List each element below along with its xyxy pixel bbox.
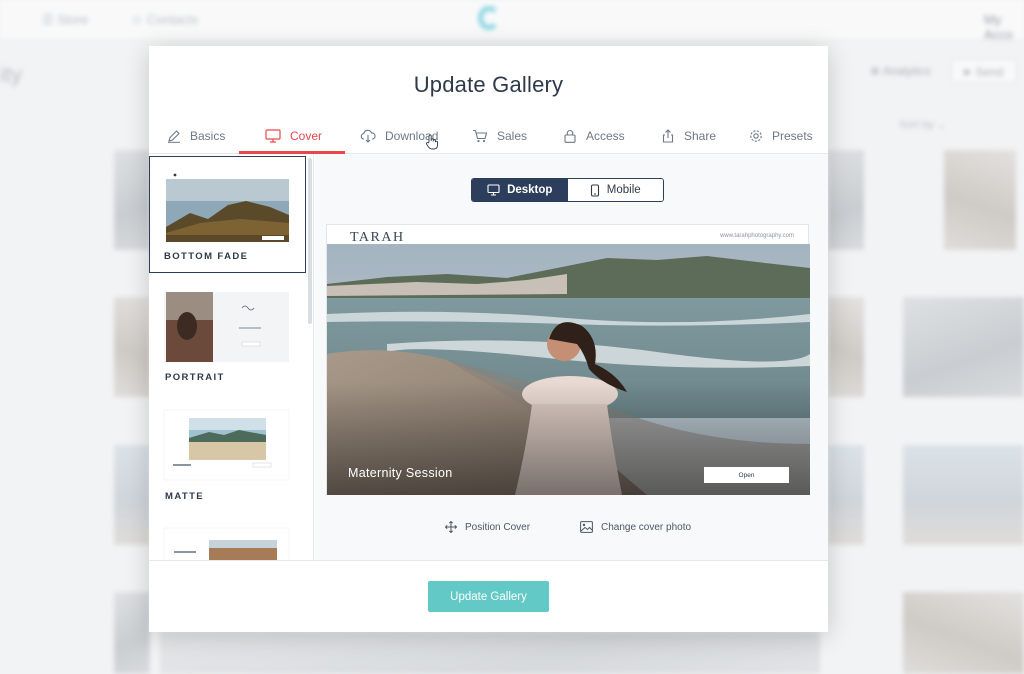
move-arrows-icon [445, 521, 457, 533]
monitor-icon [265, 128, 281, 143]
tab-share[interactable]: Share [661, 117, 716, 154]
layout-next[interactable] [149, 522, 306, 560]
analytics-button[interactable]: ⊕ Analytics [860, 59, 941, 83]
send-label: Send [975, 65, 1004, 79]
cloud-download-icon [360, 129, 376, 143]
top-bar: ☰ Store ☺ Contacts My Acco [0, 0, 1024, 42]
layout-matte[interactable]: MATTE [149, 402, 306, 512]
cover-preview: TARAH www.tarahphotography.com Maternity… [326, 224, 810, 495]
tab-cover-label: Cover [290, 128, 323, 143]
tab-sales[interactable]: Sales [472, 117, 527, 154]
nav-contacts-label: Contacts [146, 12, 199, 27]
layout-portrait[interactable]: PORTRAIT [149, 284, 306, 394]
page-title: ity [0, 62, 22, 87]
position-cover-label: Position Cover [465, 521, 531, 533]
bg-photo [114, 445, 150, 545]
monitor-icon [487, 184, 500, 196]
bg-photo [828, 150, 864, 250]
tab-share-label: Share [684, 128, 717, 143]
cart-icon [473, 129, 488, 142]
layout-bottom-fade[interactable]: BOTTOM FADE [149, 156, 306, 273]
logo-icon [478, 6, 500, 30]
tab-basics-label: Basics [190, 128, 226, 143]
device-toggle: Desktop Mobile [471, 178, 664, 202]
gear-icon [750, 129, 762, 142]
layout-thumbnail [164, 292, 289, 362]
nav-contacts[interactable]: ☺ Contacts [130, 12, 198, 27]
update-gallery-button[interactable]: Update Gallery [428, 581, 549, 612]
cover-layout-list: BOTTOM FADE PORTRAIT MATTE [149, 154, 314, 560]
layout-thumbnail [163, 409, 290, 481]
bg-photo [903, 445, 1024, 545]
tab-presets[interactable]: Presets [749, 117, 813, 154]
hand-cursor-icon [426, 134, 438, 150]
tab-basics[interactable]: Basics [167, 117, 225, 154]
bg-photo [828, 297, 864, 397]
analytics-label: Analytics [882, 64, 931, 78]
nav-store[interactable]: ☰ Store [42, 12, 88, 28]
layout-label: BOTTOM FADE [164, 251, 249, 262]
bg-photo [903, 297, 1024, 397]
nav-store-label: Store [57, 12, 89, 27]
tab-presets-label: Presets [772, 128, 813, 143]
tab-access[interactable]: Access [563, 117, 625, 154]
lock-icon [564, 129, 576, 143]
desktop-toggle-button[interactable]: Desktop [472, 179, 568, 201]
layout-label: MATTE [165, 491, 205, 502]
tab-cover[interactable]: Cover [265, 117, 322, 154]
update-gallery-modal: Update Gallery Basics Cover Download Sal… [149, 46, 828, 632]
tab-access-label: Access [586, 128, 625, 143]
image-icon [580, 521, 593, 533]
layout-thumbnail [163, 527, 290, 560]
mobile-label: Mobile [606, 184, 641, 196]
bg-photo [114, 150, 150, 250]
sort-by-label: Sort by [899, 119, 934, 131]
change-cover-label: Change cover photo [601, 521, 692, 533]
bg-photo [828, 445, 864, 545]
desktop-label: Desktop [507, 184, 553, 196]
layout-list-scrollbar[interactable] [308, 158, 312, 324]
bg-photo [114, 297, 150, 397]
maternity-beach-photo [327, 244, 810, 495]
account-menu[interactable]: My Acco [984, 12, 1024, 42]
settings-tabs: Basics Cover Download Sales Access Share… [149, 117, 828, 154]
phone-icon [590, 183, 599, 197]
bg-photo [944, 150, 1016, 250]
tab-sales-label: Sales [497, 128, 528, 143]
cover-photo[interactable]: Maternity Session Open [327, 244, 810, 495]
share-icon [662, 128, 674, 143]
bg-photo [114, 592, 150, 674]
site-url: www.tarahphotography.com [720, 233, 794, 239]
change-cover-photo-button[interactable]: Change cover photo [580, 521, 691, 533]
layout-label: PORTRAIT [165, 372, 225, 383]
cover-title: Maternity Session [348, 466, 453, 480]
position-cover-button[interactable]: Position Cover [445, 521, 530, 533]
open-gallery-button[interactable]: Open [704, 467, 789, 483]
mobile-toggle-button[interactable]: Mobile [567, 179, 663, 201]
cover-preview-panel: Desktop Mobile TARAH www.tarahphotograph… [315, 154, 828, 560]
pencil-icon [168, 129, 180, 143]
bg-photo-row [160, 632, 820, 674]
send-button[interactable]: ➤ Send [951, 59, 1017, 83]
bg-photo [903, 592, 1024, 674]
modal-footer: Update Gallery [149, 560, 828, 632]
modal-title: Update Gallery [413, 72, 564, 97]
sort-by-dropdown[interactable]: Sort by ⌄ [899, 118, 946, 131]
